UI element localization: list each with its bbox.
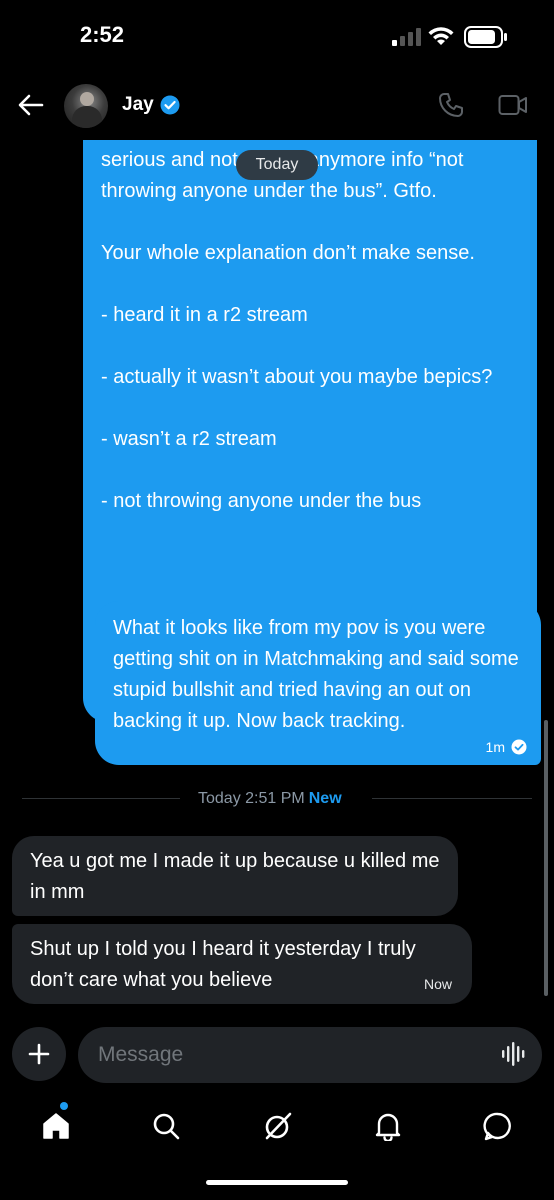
tab-search[interactable] bbox=[148, 1108, 184, 1144]
new-messages-divider: Today 2:51 PM New bbox=[198, 790, 342, 808]
voice-message-icon[interactable] bbox=[500, 1041, 528, 1067]
arrow-left-icon bbox=[18, 94, 44, 116]
notification-dot bbox=[60, 1102, 68, 1110]
message-text: Yea u got me I made it up because u kill… bbox=[30, 850, 440, 903]
tab-grok[interactable] bbox=[260, 1108, 296, 1144]
message-text: now it is. Your man for acting like this… bbox=[101, 149, 493, 512]
new-badge: New bbox=[308, 790, 342, 807]
message-text: Shut up I told you I heard it yesterday … bbox=[30, 938, 416, 991]
status-bar: 2:52 bbox=[0, 0, 554, 70]
read-check-icon bbox=[511, 739, 527, 755]
message-input[interactable] bbox=[78, 1027, 542, 1083]
date-pill: Today bbox=[236, 150, 318, 180]
divider-line bbox=[22, 798, 180, 799]
back-button[interactable] bbox=[14, 88, 48, 122]
battery-icon bbox=[464, 26, 507, 48]
phone-call-icon[interactable] bbox=[438, 92, 464, 118]
contact-name[interactable]: Jay bbox=[122, 94, 154, 116]
message-meta: 1m bbox=[486, 739, 527, 755]
incoming-message[interactable]: Yea u got me I made it up because u kill… bbox=[12, 836, 458, 916]
bottom-tab-bar bbox=[0, 1098, 554, 1158]
divider-line bbox=[372, 798, 532, 799]
messages-icon bbox=[483, 1112, 511, 1141]
tab-notifications[interactable] bbox=[370, 1108, 406, 1144]
message-text: What it looks like from my pov is you we… bbox=[113, 617, 519, 732]
status-time: 2:52 bbox=[80, 22, 125, 47]
home-indicator bbox=[206, 1180, 348, 1185]
message-thread[interactable]: now it is. Your man for acting like this… bbox=[0, 140, 554, 1010]
tab-messages[interactable] bbox=[480, 1108, 516, 1144]
conversation-header: Jay bbox=[0, 70, 554, 140]
verified-badge-icon bbox=[160, 95, 180, 115]
avatar[interactable] bbox=[64, 84, 108, 128]
notifications-icon bbox=[375, 1113, 401, 1141]
home-icon bbox=[43, 1113, 69, 1139]
tab-home[interactable] bbox=[38, 1108, 74, 1144]
divider-date: Today 2:51 PM bbox=[198, 790, 305, 807]
message-time: Now bbox=[423, 976, 452, 992]
grok-icon bbox=[265, 1112, 292, 1140]
plus-icon bbox=[28, 1043, 50, 1065]
scrollbar[interactable] bbox=[544, 720, 548, 996]
message-composer bbox=[0, 1025, 554, 1085]
cellular-signal-icon bbox=[392, 28, 421, 46]
incoming-message[interactable]: Shut up I told you I heard it yesterday … bbox=[12, 924, 472, 1004]
outgoing-message[interactable]: What it looks like from my pov is you we… bbox=[95, 601, 541, 765]
message-time: 1m bbox=[485, 739, 505, 755]
video-call-icon[interactable] bbox=[498, 94, 528, 116]
add-attachment-button[interactable] bbox=[12, 1027, 66, 1081]
search-icon bbox=[153, 1113, 180, 1140]
wifi-icon bbox=[428, 27, 454, 45]
